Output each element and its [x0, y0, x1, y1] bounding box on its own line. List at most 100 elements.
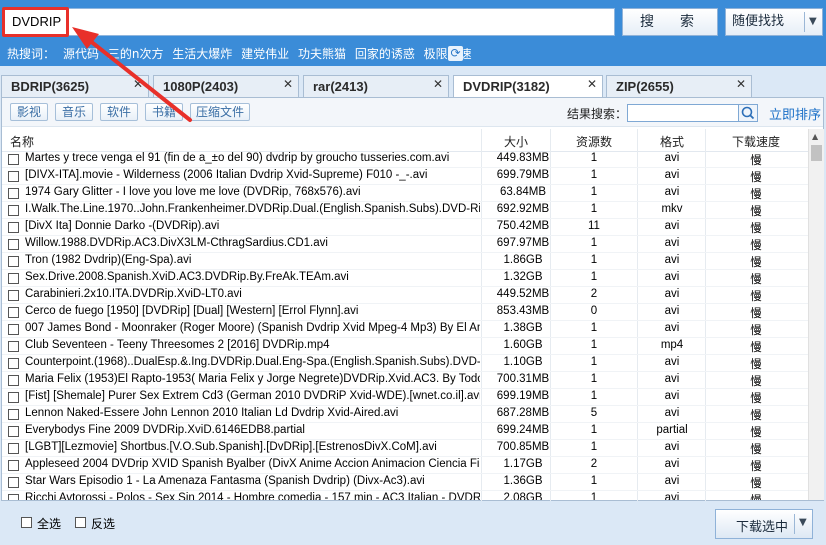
invert-selection-label[interactable]: 反选	[91, 515, 115, 532]
file-name[interactable]: Star Wars Episodio 1 - La Amenaza Fantas…	[25, 475, 480, 487]
file-name[interactable]: 007 James Bond - Moonraker (Roger Moore)…	[25, 322, 480, 334]
tab-dvdrip[interactable]: DVDRIP(3182) ✕	[453, 75, 603, 98]
table-row[interactable]: 1974 Gary Glitter - I love you love me l…	[2, 185, 808, 202]
file-name[interactable]: [DIVX-ITA].movie - Wilderness (2006 Ital…	[25, 169, 480, 181]
table-row[interactable]: [LGBT][Lezmovie] Shortbus.[V.O.Sub.Spani…	[2, 440, 808, 457]
search-button[interactable]: 搜 索	[622, 8, 718, 36]
table-row[interactable]: Sex.Drive.2008.Spanish.XviD.AC3.DVDRip.B…	[2, 270, 808, 287]
scroll-up-icon[interactable]: ▲	[812, 132, 818, 141]
row-checkbox[interactable]	[8, 426, 19, 437]
column-header-size[interactable]: 大小	[504, 133, 528, 150]
row-checkbox[interactable]	[8, 494, 19, 500]
file-name[interactable]: Appleseed 2004 DVDrip XVID Spanish Byalb…	[25, 458, 480, 470]
file-name[interactable]: Sex.Drive.2008.Spanish.XviD.AC3.DVDRip.B…	[25, 271, 480, 283]
file-name[interactable]: 1974 Gary Glitter - I love you love me l…	[25, 186, 480, 198]
file-name[interactable]: Cerco de fuego [1950] [DVDRip] [Dual] [W…	[25, 305, 480, 317]
column-header-sources[interactable]: 资源数	[576, 133, 612, 150]
file-name[interactable]: Ricchi Avtorossi - Polos - Sex Sin 2014 …	[25, 492, 480, 500]
file-name[interactable]: Everybodys Fine 2009 DVDRip.XviD.6146EDB…	[25, 424, 480, 436]
tab-rar[interactable]: rar(2413) ✕	[303, 75, 449, 97]
table-row[interactable]: Everybodys Fine 2009 DVDRip.XviD.6146EDB…	[2, 423, 808, 440]
column-header-name[interactable]: 名称	[10, 133, 34, 150]
select-all-checkbox[interactable]	[21, 517, 32, 528]
result-search-input[interactable]	[627, 104, 739, 122]
chevron-down-icon[interactable]: ▼	[799, 517, 807, 528]
file-name[interactable]: Tron (1982 Dvdrip)(Eng-Spa).avi	[25, 254, 480, 266]
table-row[interactable]: Willow.1988.DVDRip.AC3.DivX3LM-CthragSar…	[2, 236, 808, 253]
chevron-down-icon[interactable]: ▼	[809, 9, 817, 35]
file-name[interactable]: [LGBT][Lezmovie] Shortbus.[V.O.Sub.Spani…	[25, 441, 480, 453]
table-row[interactable]: I.Walk.The.Line.1970..John.Frankenheimer…	[2, 202, 808, 219]
table-row[interactable]: [DIVX-ITA].movie - Wilderness (2006 Ital…	[2, 168, 808, 185]
row-checkbox[interactable]	[8, 460, 19, 471]
close-icon[interactable]: ✕	[736, 77, 746, 91]
file-name[interactable]: Club Seventeen - Teeny Threesomes 2 [201…	[25, 339, 480, 351]
table-row[interactable]: [Fist] [Shemale] Purer Sex Extrem Cd3 (G…	[2, 389, 808, 406]
table-row[interactable]: Club Seventeen - Teeny Threesomes 2 [201…	[2, 338, 808, 355]
close-icon[interactable]: ✕	[133, 77, 143, 91]
random-search-button[interactable]: 随便找找 ▼	[725, 8, 823, 36]
table-row[interactable]: Martes y trece venga el 91 (fin de a_±o …	[2, 151, 808, 168]
hot-word[interactable]: 功夫熊猫	[298, 47, 346, 61]
category-software-button[interactable]: 软件	[100, 103, 138, 121]
category-video-button[interactable]: 影视	[10, 103, 48, 121]
hot-word[interactable]: 建党伟业	[241, 47, 289, 61]
file-name[interactable]: Maria Felix (1953)El Rapto-1953( Maria F…	[25, 373, 480, 385]
tab-zip[interactable]: ZIP(2655) ✕	[606, 75, 752, 97]
row-checkbox[interactable]	[8, 256, 19, 267]
table-row[interactable]: 007 James Bond - Moonraker (Roger Moore)…	[2, 321, 808, 338]
download-selected-button[interactable]: 下载选中 ▼	[715, 509, 813, 539]
table-row[interactable]: Carabinieri.2x10.ITA.DVDRip.XviD-LT0.avi…	[2, 287, 808, 304]
table-row[interactable]: Appleseed 2004 DVDrip XVID Spanish Byalb…	[2, 457, 808, 474]
row-checkbox[interactable]	[8, 307, 19, 318]
file-name[interactable]: [DivX Ita] Donnie Darko -(DVDRip).avi	[25, 220, 480, 232]
hot-word[interactable]: 回家的诱惑	[355, 47, 415, 61]
column-header-format[interactable]: 格式	[660, 133, 684, 150]
tab-1080p[interactable]: 1080P(2403) ✕	[153, 75, 299, 97]
file-name[interactable]: Counterpoint.(1968)..DualEsp.&.Ing.DVDRi…	[25, 356, 480, 368]
file-name[interactable]: [Fist] [Shemale] Purer Sex Extrem Cd3 (G…	[25, 390, 480, 402]
table-row[interactable]: Maria Felix (1953)El Rapto-1953( Maria F…	[2, 372, 808, 389]
table-row[interactable]: [DivX Ita] Donnie Darko -(DVDRip).avi 750…	[2, 219, 808, 236]
table-row[interactable]: Ricchi Avtorossi - Polos - Sex Sin 2014 …	[2, 491, 808, 500]
row-checkbox[interactable]	[8, 409, 19, 420]
table-row[interactable]: Counterpoint.(1968)..DualEsp.&.Ing.DVDRi…	[2, 355, 808, 372]
row-checkbox[interactable]	[8, 324, 19, 335]
row-checkbox[interactable]	[8, 290, 19, 301]
row-checkbox[interactable]	[8, 188, 19, 199]
row-checkbox[interactable]	[8, 171, 19, 182]
row-checkbox[interactable]	[8, 341, 19, 352]
row-checkbox[interactable]	[8, 154, 19, 165]
invert-selection-checkbox[interactable]	[75, 517, 86, 528]
result-search-button[interactable]	[738, 104, 758, 122]
row-checkbox[interactable]	[8, 443, 19, 454]
category-books-button[interactable]: 书籍	[145, 103, 183, 121]
scrollbar-thumb[interactable]	[811, 145, 822, 161]
category-archive-button[interactable]: 压缩文件	[190, 103, 250, 121]
column-header-speed[interactable]: 下载速度	[732, 133, 780, 150]
sort-now-link[interactable]: 立即排序	[769, 104, 821, 123]
row-checkbox[interactable]	[8, 358, 19, 369]
category-music-button[interactable]: 音乐	[55, 103, 93, 121]
refresh-icon[interactable]: ⟳	[448, 46, 463, 61]
file-name[interactable]: Lennon Naked-Essere John Lennon 2010 Ita…	[25, 407, 480, 419]
row-checkbox[interactable]	[8, 239, 19, 250]
row-checkbox[interactable]	[8, 273, 19, 284]
hot-word[interactable]: 生活大爆炸	[172, 47, 232, 61]
table-row[interactable]: Star Wars Episodio 1 - La Amenaza Fantas…	[2, 474, 808, 491]
close-icon[interactable]: ✕	[433, 77, 443, 91]
row-checkbox[interactable]	[8, 205, 19, 216]
vertical-scrollbar[interactable]: ▲	[808, 129, 824, 500]
table-row[interactable]: Cerco de fuego [1950] [DVDRip] [Dual] [W…	[2, 304, 808, 321]
hot-word[interactable]: 源代码	[63, 47, 99, 61]
select-all-label[interactable]: 全选	[37, 515, 61, 532]
table-row[interactable]: Tron (1982 Dvdrip)(Eng-Spa).avi 1.86GB 1 av…	[2, 253, 808, 270]
file-name[interactable]: Martes y trece venga el 91 (fin de a_±o …	[25, 152, 480, 164]
file-name[interactable]: Carabinieri.2x10.ITA.DVDRip.XviD-LT0.avi	[25, 288, 480, 300]
table-row[interactable]: Lennon Naked-Essere John Lennon 2010 Ita…	[2, 406, 808, 423]
row-checkbox[interactable]	[8, 477, 19, 488]
row-checkbox[interactable]	[8, 222, 19, 233]
row-checkbox[interactable]	[8, 392, 19, 403]
tab-bdrip[interactable]: BDRIP(3625) ✕	[1, 75, 149, 97]
file-name[interactable]: Willow.1988.DVDRip.AC3.DivX3LM-CthragSar…	[25, 237, 480, 249]
